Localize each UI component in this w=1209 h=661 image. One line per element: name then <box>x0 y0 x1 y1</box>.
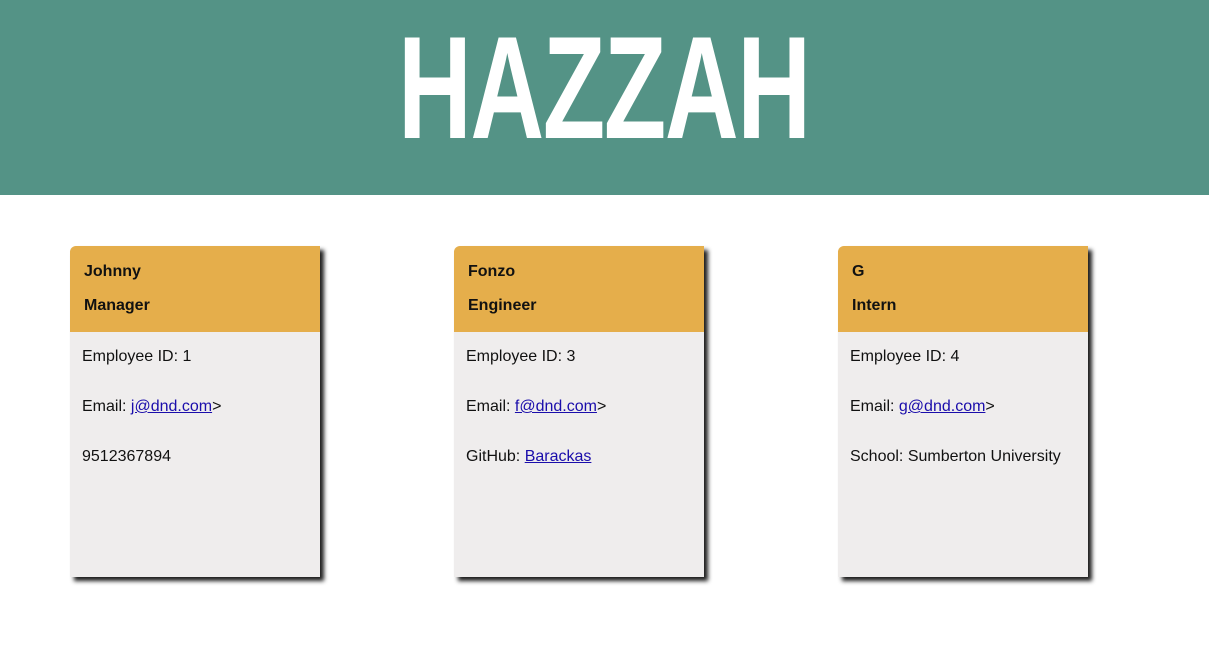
email-label: Email: <box>850 398 899 415</box>
email-suffix: > <box>985 398 995 415</box>
school-line: School: Sumberton University <box>850 448 1061 466</box>
employee-card: Johnny Manager Employee ID: 1 Email: j@d… <box>70 246 320 577</box>
employee-id-line: Employee ID: 3 <box>466 348 575 366</box>
header-banner: HAZZAH <box>0 0 1209 195</box>
email-link[interactable]: f@dnd.com <box>515 398 597 415</box>
email-suffix: > <box>212 398 222 415</box>
github-label: GitHub: <box>466 448 525 465</box>
github-link[interactable]: Barackas <box>525 448 592 465</box>
email-label: Email: <box>82 398 131 415</box>
employee-id-line: Employee ID: 1 <box>82 348 191 366</box>
employee-id-label: Employee ID: <box>850 348 951 365</box>
email-suffix: > <box>596 398 607 415</box>
email-line: Email: f@dnd.com> <box>466 398 606 416</box>
email-link[interactable]: j@dnd.com <box>131 398 212 415</box>
employee-id-value: 1 <box>182 348 192 365</box>
employee-id-line: Employee ID: 4 <box>850 348 959 366</box>
employee-name: G <box>852 263 865 280</box>
office-number-line: 9512367894 <box>82 448 171 466</box>
email-label: Email: <box>466 398 515 415</box>
employee-card: Fonzo Engineer Employee ID: 3 Email: f@d… <box>454 246 704 577</box>
employee-card: G Intern Employee ID: 4 Email: g@dnd.com… <box>838 246 1088 577</box>
employee-role: Intern <box>852 297 897 314</box>
card-header: Johnny Manager <box>70 246 320 332</box>
email-line: Email: j@dnd.com> <box>82 398 221 416</box>
email-line: Email: g@dnd.com> <box>850 398 995 416</box>
employee-role: Manager <box>84 297 150 314</box>
card-header: Fonzo Engineer <box>454 246 704 332</box>
school-value: Sumberton University <box>907 448 1061 465</box>
employee-role: Engineer <box>468 297 537 314</box>
office-number-value: 9512367894 <box>82 448 171 465</box>
card-header: G Intern <box>838 246 1088 332</box>
page-title: HAZZAH <box>398 6 811 169</box>
employee-name: Johnny <box>84 263 141 280</box>
employee-name: Fonzo <box>468 263 516 280</box>
email-link[interactable]: g@dnd.com <box>899 398 986 415</box>
employee-id-value: 4 <box>950 348 960 365</box>
employee-id-value: 3 <box>566 348 576 365</box>
employee-id-label: Employee ID: <box>466 348 567 365</box>
school-label: School: <box>850 448 908 465</box>
employee-id-label: Employee ID: <box>82 348 183 365</box>
github-line: GitHub: Barackas <box>466 448 591 466</box>
